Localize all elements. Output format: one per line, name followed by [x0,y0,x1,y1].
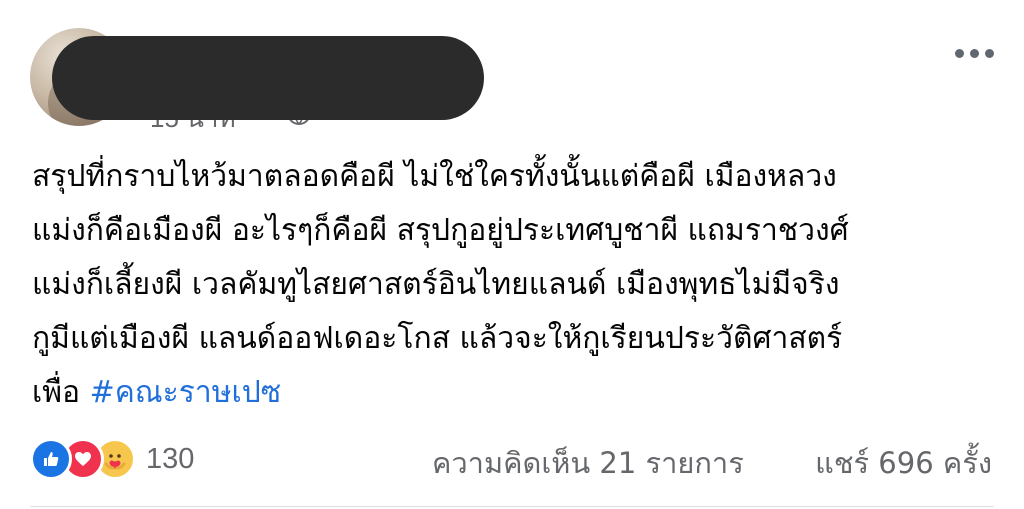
more-dots-icon [969,48,979,58]
shares-count-link[interactable]: แชร์ 696 ครั้ง [815,440,992,486]
reactions-summary[interactable]: 130 [30,438,194,480]
reaction-count: 130 [146,442,195,475]
post-text-line: แม่งก็เลี้ยงผี เวลคัมทูไสยศาสตร์อินไทยแล… [32,267,840,302]
more-dots-icon [984,48,994,58]
post-text-line: สรุปที่กราบไหว้มาตลอดคือผี ไม่ใช่ใครทั้ง… [32,159,837,194]
like-reaction-icon [30,438,72,480]
post-text-line: เพื่อ #คณะราษเปซ [32,366,1002,420]
comments-count-link[interactable]: ความคิดเห็น 21 รายการ [432,440,744,486]
thumbs-up-icon [44,452,59,466]
engagement-bar: 130 ความคิดเห็น 21 รายการ แชร์ 696 ครั้ง [0,430,1024,490]
divider [30,506,994,507]
more-dots-icon [954,48,964,58]
post-text: สรุปที่กราบไหว้มาตลอดคือผี ไม่ใช่ใครทั้ง… [32,150,1002,420]
hashtag-link[interactable]: #คณะราษเปซ [90,375,282,410]
heart-icon [75,452,91,466]
care-face-icon [102,446,128,472]
post-text-line: แม่งก็คือเมืองผี อะไรๆก็คือผี สรุปกูอยู่… [32,213,849,248]
post-header: 15 นาที [0,0,1024,140]
post-text-line: กูมีแต่เมืองผี แลนด์ออฟเดอะโกส แล้วจะให้… [32,321,843,356]
more-options-button[interactable] [948,38,1000,68]
post-text-prefix: เพื่อ [32,375,90,410]
author-name-redaction [52,36,484,120]
